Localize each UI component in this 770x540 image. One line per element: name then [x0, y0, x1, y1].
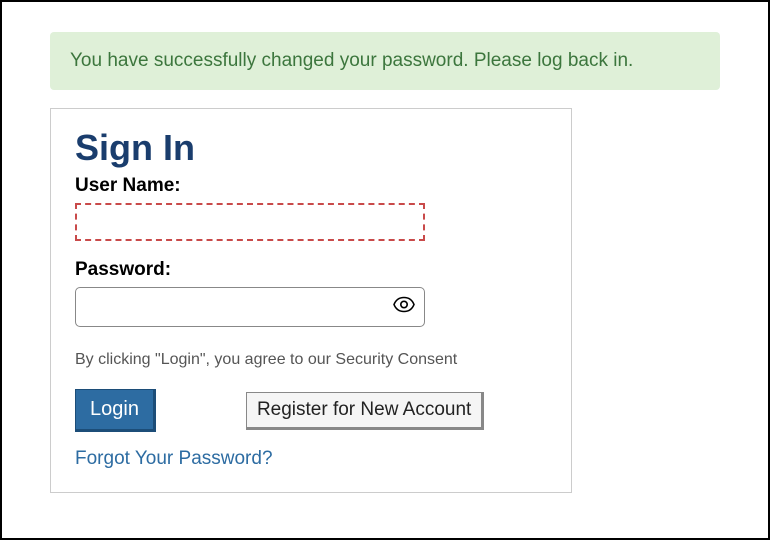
password-field-wrap [75, 287, 425, 327]
forgot-password-link[interactable]: Forgot Your Password? [75, 448, 273, 469]
signin-title: Sign In [75, 127, 547, 169]
success-alert: You have successfully changed your passw… [50, 32, 720, 90]
consent-text: By clicking "Login", you agree to our Se… [75, 351, 547, 369]
alert-text: You have successfully changed your passw… [70, 50, 633, 71]
register-button[interactable]: Register for New Account [246, 392, 484, 430]
signin-card: Sign In User Name: Password: By clicking… [50, 108, 572, 493]
button-row: Login Register for New Account [75, 389, 547, 432]
username-label: User Name: [75, 175, 547, 197]
eye-icon[interactable] [393, 297, 415, 318]
password-input[interactable] [75, 287, 425, 327]
login-button[interactable]: Login [75, 389, 156, 432]
username-input[interactable] [75, 203, 425, 241]
password-label: Password: [75, 259, 547, 281]
